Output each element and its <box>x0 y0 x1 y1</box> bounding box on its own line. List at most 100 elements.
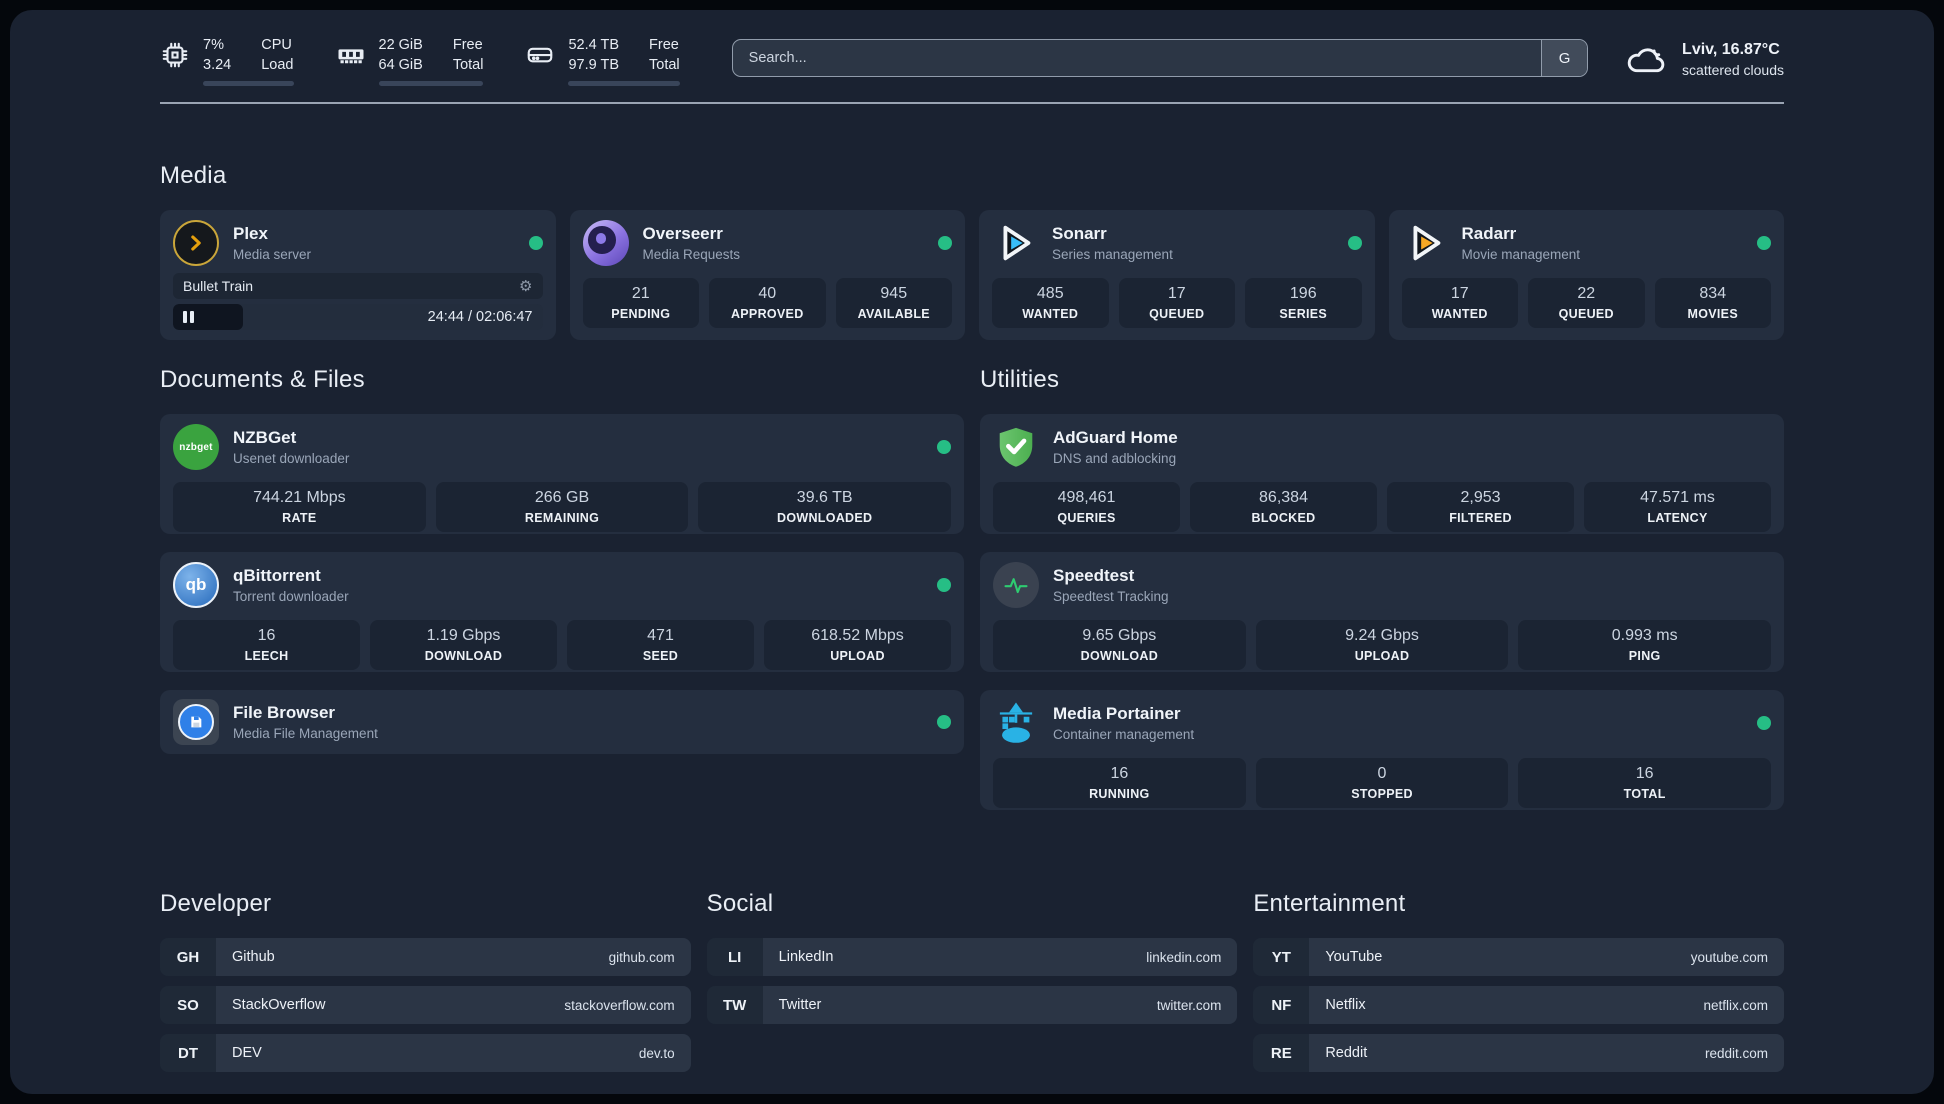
radarr-card[interactable]: Radarr Movie management 17 WANTED 22 QUEUE… <box>1388 210 1784 341</box>
section-documents: Documents & Files nzbget NZBGet Usenet d… <box>160 366 964 755</box>
disk-icon <box>525 40 555 70</box>
bookmark-url: twitter.com <box>1156 997 1222 1013</box>
stat-box: 16 LEECH <box>173 620 360 671</box>
bookmark-url: youtube.com <box>1690 949 1768 965</box>
app-name: Radarr <box>1461 224 1517 244</box>
bookmark-group-social: Social LI LinkedIn linkedin.com TW Twitt… <box>706 890 1238 1034</box>
status-online-dot <box>937 578 951 593</box>
bookmark-url: linkedin.com <box>1146 949 1222 965</box>
bookmark-abbr: RE <box>1253 1034 1310 1073</box>
app-name: qBittorrent <box>233 566 321 586</box>
section-utilities: Utilities AdGuard Home DNS and adblockin… <box>980 366 1784 828</box>
stat-box: 834 MOVIES <box>1654 278 1771 329</box>
weather-widget: Lviv, 16.87°C scattered clouds <box>1624 41 1784 78</box>
bookmark-reddit[interactable]: RE Reddit reddit.com <box>1253 1034 1784 1073</box>
bookmark-stackoverflow[interactable]: SO StackOverflow stackoverflow.com <box>160 986 691 1025</box>
search-input[interactable] <box>732 40 1542 77</box>
app-name: File Browser <box>233 703 336 723</box>
status-online-dot <box>528 236 543 251</box>
memory-label2: Total <box>452 56 484 73</box>
stat-box: 744.21 Mbps RATE <box>173 482 426 533</box>
bookmark-twitter[interactable]: TW Twitter twitter.com <box>706 986 1238 1025</box>
stat-box: 266 GB REMAINING <box>435 482 689 533</box>
bookmark-name: StackOverflow <box>232 997 326 1014</box>
stat-box: 485 WANTED <box>992 278 1109 329</box>
plex-card[interactable]: Plex Media server Bullet Train ⚙ 24:44 /… <box>160 210 556 341</box>
cpu-icon <box>160 40 190 70</box>
filebrowser-card[interactable]: File Browser Media File Management <box>160 690 964 755</box>
overseerr-icon <box>582 220 629 267</box>
bookmark-name: DEV <box>232 1045 262 1062</box>
now-playing: Bullet Train ⚙ 24:44 / 02:06:47 <box>173 273 543 331</box>
app-name: Sonarr <box>1052 224 1107 244</box>
bookmark-linkedin[interactable]: LI LinkedIn linkedin.com <box>706 938 1238 977</box>
disk-progress-bar <box>568 81 680 87</box>
bookmark-url: netflix.com <box>1703 997 1768 1013</box>
stat-box: 16 RUNNING <box>993 758 1246 809</box>
bookmark-url: reddit.com <box>1704 1045 1768 1061</box>
bookmark-netflix[interactable]: NF Netflix netflix.com <box>1253 986 1784 1025</box>
weather-condition: scattered clouds <box>1682 61 1784 78</box>
stat-box: 2,953 FILTERED <box>1387 482 1574 533</box>
stat-box: 618.52 Mbps UPLOAD <box>764 620 951 671</box>
stat-box: 47.571 ms LATENCY <box>1584 482 1771 533</box>
stat-box: 9.24 Gbps UPLOAD <box>1255 620 1509 671</box>
pause-icon <box>183 311 194 324</box>
nzbget-card[interactable]: nzbget NZBGet Usenet downloader 744.21 M… <box>160 414 964 535</box>
search-bar: G <box>731 39 1589 78</box>
bookmark-name: Netflix <box>1325 997 1366 1014</box>
header-divider <box>160 102 1784 105</box>
cpu-percent: 7% <box>203 37 224 53</box>
stat-box: 16 TOTAL <box>1518 758 1772 809</box>
speedtest-card[interactable]: Speedtest Speedtest Tracking 9.65 Gbps DO… <box>980 552 1784 673</box>
stat-box: 196 SERIES <box>1245 278 1362 329</box>
section-media: Media Plex Media server Bullet Train ⚙ 2… <box>160 162 1784 341</box>
portainer-card[interactable]: Media Portainer Container management 16 R… <box>980 690 1784 811</box>
app-description: Media File Management <box>233 726 378 742</box>
disk-stat: 52.4 TB 97.9 TB Free Total <box>525 36 680 87</box>
status-online-dot <box>1757 716 1771 731</box>
section-title-documents: Documents & Files <box>160 366 365 394</box>
app-name: NZBGet <box>233 428 297 448</box>
bookmark-github[interactable]: GH Github github.com <box>160 938 691 977</box>
bookmark-name: YouTube <box>1325 949 1383 966</box>
qbittorrent-card[interactable]: qb qBittorrent Torrent downloader 16 LEEC… <box>160 552 964 673</box>
adguard-icon <box>993 424 1039 470</box>
stat-box: 17 QUEUED <box>1118 278 1235 329</box>
cloud-icon <box>1624 41 1668 77</box>
filebrowser-icon <box>173 699 219 746</box>
sonarr-card[interactable]: Sonarr Series management 485 WANTED 17 QUE… <box>979 210 1375 341</box>
app-description: DNS and adblocking <box>1053 451 1177 467</box>
cpu-stat: 7% 3.24 CPU Load <box>160 36 294 87</box>
speedtest-icon <box>993 562 1039 609</box>
portainer-icon <box>993 700 1039 746</box>
search-engine-badge[interactable]: G <box>1541 40 1588 77</box>
stat-box: 945 AVAILABLE <box>835 278 952 329</box>
app-name: Speedtest <box>1053 566 1135 586</box>
bookmark-abbr: SO <box>160 986 216 1025</box>
disk-total: 97.9 TB <box>568 56 620 73</box>
app-name: AdGuard Home <box>1053 428 1178 448</box>
disk-free: 52.4 TB <box>568 37 620 53</box>
bookmark-group-entertainment: Entertainment YT YouTube youtube.com NF … <box>1253 890 1784 1082</box>
adguard-card[interactable]: AdGuard Home DNS and adblocking 498,461 Q… <box>980 414 1784 535</box>
app-name: Overseerr <box>642 224 723 244</box>
memory-free: 22 GiB <box>378 37 423 53</box>
stat-box: 40 APPROVED <box>709 278 826 329</box>
gear-icon[interactable]: ⚙ <box>519 279 532 294</box>
cpu-load-value: 3.24 <box>203 56 232 73</box>
nzbget-icon: nzbget <box>173 424 219 471</box>
bookmark-youtube[interactable]: YT YouTube youtube.com <box>1253 938 1784 977</box>
cpu-label2: Load <box>261 56 294 73</box>
bookmark-dev[interactable]: DT DEV dev.to <box>160 1034 691 1073</box>
status-online-dot <box>937 715 951 730</box>
stat-box: 1.19 Gbps DOWNLOAD <box>370 620 557 671</box>
bookmark-abbr: TW <box>706 986 763 1025</box>
playback-time: 24:44 / 02:06:47 <box>427 309 533 326</box>
status-online-dot <box>937 440 951 455</box>
overseerr-card[interactable]: Overseerr Media Requests 21 PENDING 40 APP… <box>569 210 965 341</box>
stat-box: 17 WANTED <box>1401 278 1518 329</box>
sonarr-icon <box>992 220 1038 266</box>
app-description: Series management <box>1052 247 1173 263</box>
memory-label: Free <box>452 37 483 53</box>
